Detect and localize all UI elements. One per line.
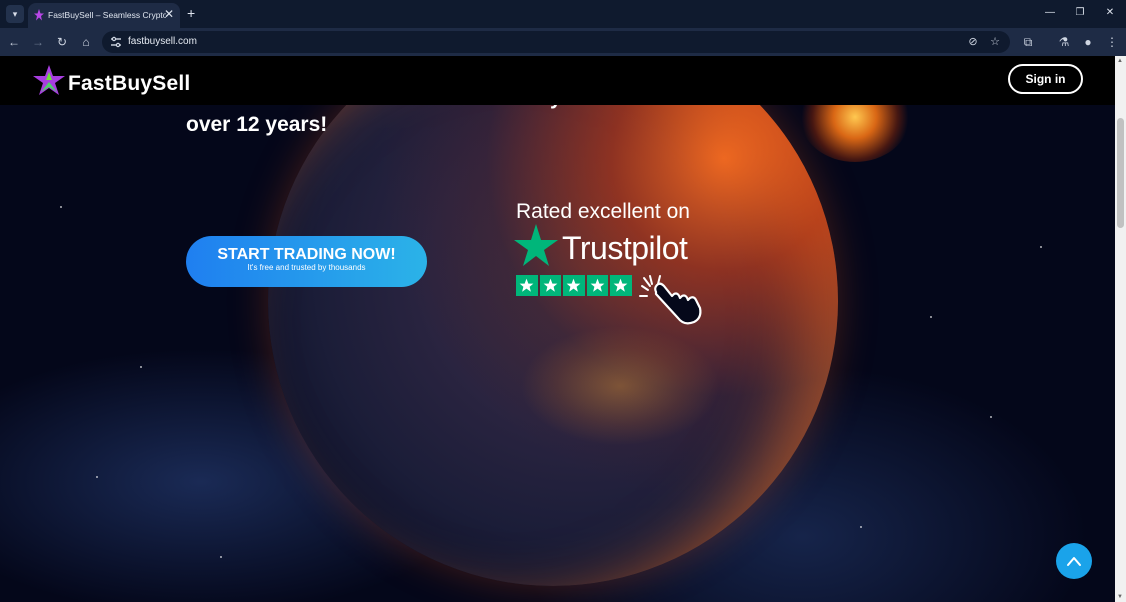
background-star — [140, 366, 142, 368]
trustpilot-stars[interactable] — [516, 275, 632, 296]
background-star — [220, 556, 222, 558]
cta-title: START TRADING NOW! — [217, 246, 396, 263]
bookmark-star-icon[interactable]: ☆ — [988, 35, 1002, 49]
scroll-up-arrow-icon[interactable]: ▲ — [1117, 58, 1123, 64]
tab-search-button[interactable]: ▾ — [6, 5, 24, 23]
fastbuysell-logo-icon[interactable] — [32, 64, 66, 98]
page-viewport: and investments. Join the community that… — [0, 56, 1115, 602]
reload-icon[interactable]: ↻ — [54, 34, 70, 50]
menu-kebab-icon[interactable]: ⋮ — [1104, 34, 1120, 50]
star-icon — [519, 278, 534, 292]
planet-glow — [268, 56, 838, 586]
site-info-icon[interactable] — [110, 36, 122, 48]
labs-flask-icon[interactable]: ⚗ — [1056, 34, 1072, 50]
browser-toolbar: ← → ↻ ⌂ fastbuysell.com ⊘ ☆ ⧉ ⚗ ● ⋮ — [0, 28, 1126, 56]
pointing-hand-icon — [639, 275, 702, 325]
city-lights-glow — [520, 326, 720, 446]
extensions-icon[interactable]: ⧉ — [1020, 34, 1036, 50]
forward-icon[interactable]: → — [30, 34, 46, 50]
fastbuysell-favicon-icon — [34, 9, 44, 21]
home-icon[interactable]: ⌂ — [78, 34, 94, 50]
background-star — [60, 206, 62, 208]
browser-tab[interactable]: FastBuySell – Seamless Cryptoc ✕ — [28, 3, 180, 28]
back-icon[interactable]: ← — [6, 34, 22, 50]
scrollbar-thumb[interactable] — [1117, 118, 1124, 228]
close-window-icon[interactable]: ✕ — [1102, 5, 1118, 21]
background-star — [930, 316, 932, 318]
site-header: FastBuySell Sign in — [0, 56, 1115, 105]
trustpilot-star-icon[interactable] — [514, 224, 558, 266]
background-star — [96, 476, 98, 478]
background-star — [990, 416, 992, 418]
trustpilot-rated-text[interactable]: Rated excellent on — [516, 200, 690, 224]
browser-tab-bar: ▾ FastBuySell – Seamless Cryptoc ✕ + — ❐… — [0, 0, 1126, 28]
tab-title: FastBuySell – Seamless Cryptoc — [48, 10, 166, 20]
background-star — [860, 526, 862, 528]
address-bar[interactable]: fastbuysell.com ⊘ ☆ — [102, 31, 1010, 53]
logo-text[interactable]: FastBuySell — [68, 72, 190, 96]
new-tab-icon[interactable]: + — [187, 5, 195, 21]
star-icon — [566, 278, 581, 292]
trustpilot-star-box — [610, 275, 632, 296]
page-scrollbar[interactable]: ▲ ▼ — [1115, 56, 1126, 602]
trustpilot-wordmark[interactable]: Trustpilot — [562, 230, 688, 267]
start-trading-button[interactable]: START TRADING NOW! It's free and trusted… — [186, 236, 427, 287]
hero-text-line: over 12 years! — [186, 113, 328, 136]
trustpilot-star-box — [563, 275, 585, 296]
cta-subtitle: It's free and trusted by thousands — [247, 263, 366, 272]
restore-icon[interactable]: ❐ — [1072, 5, 1088, 21]
star-icon — [613, 278, 628, 292]
eye-slash-icon[interactable]: ⊘ — [966, 35, 980, 49]
background-star — [1040, 246, 1042, 248]
profile-icon[interactable]: ● — [1080, 34, 1096, 50]
scroll-to-top-button[interactable] — [1056, 543, 1092, 579]
trustpilot-star-box — [539, 275, 561, 296]
chevron-up-icon — [1067, 557, 1081, 566]
sign-in-button[interactable]: Sign in — [1008, 64, 1083, 94]
tab-close-icon[interactable]: ✕ — [164, 7, 174, 21]
star-icon — [590, 278, 605, 292]
trustpilot-star-box — [586, 275, 608, 296]
minimize-icon[interactable]: — — [1042, 5, 1058, 21]
scroll-down-arrow-icon[interactable]: ▼ — [1117, 594, 1123, 600]
url-text: fastbuysell.com — [128, 36, 197, 47]
star-icon — [543, 278, 558, 292]
trustpilot-star-box — [516, 275, 538, 296]
